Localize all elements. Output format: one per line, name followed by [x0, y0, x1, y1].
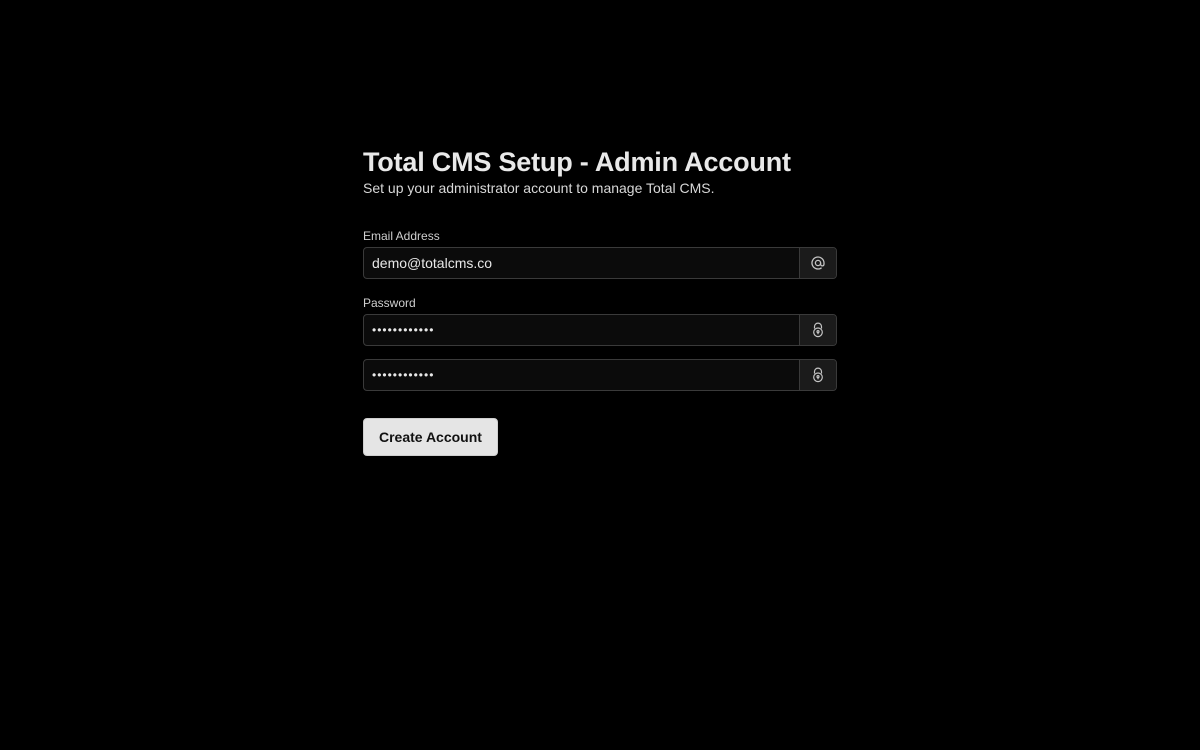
confirm-password-input-group — [363, 359, 837, 391]
lock-icon — [799, 315, 836, 345]
page-title: Total CMS Setup - Admin Account — [363, 147, 791, 177]
confirm-password-field[interactable] — [364, 360, 799, 390]
email-field[interactable] — [364, 248, 799, 278]
lock-icon — [799, 360, 836, 390]
create-account-button[interactable]: Create Account — [363, 418, 498, 456]
at-icon — [799, 248, 836, 278]
setup-form-container: Total CMS Setup - Admin Account Set up y… — [363, 146, 837, 456]
email-label: Email Address — [363, 229, 440, 243]
email-input-group — [363, 247, 837, 279]
password-label: Password — [363, 296, 416, 310]
page-subtitle: Set up your administrator account to man… — [363, 180, 715, 196]
password-field[interactable] — [364, 315, 799, 345]
password-input-group — [363, 314, 837, 346]
